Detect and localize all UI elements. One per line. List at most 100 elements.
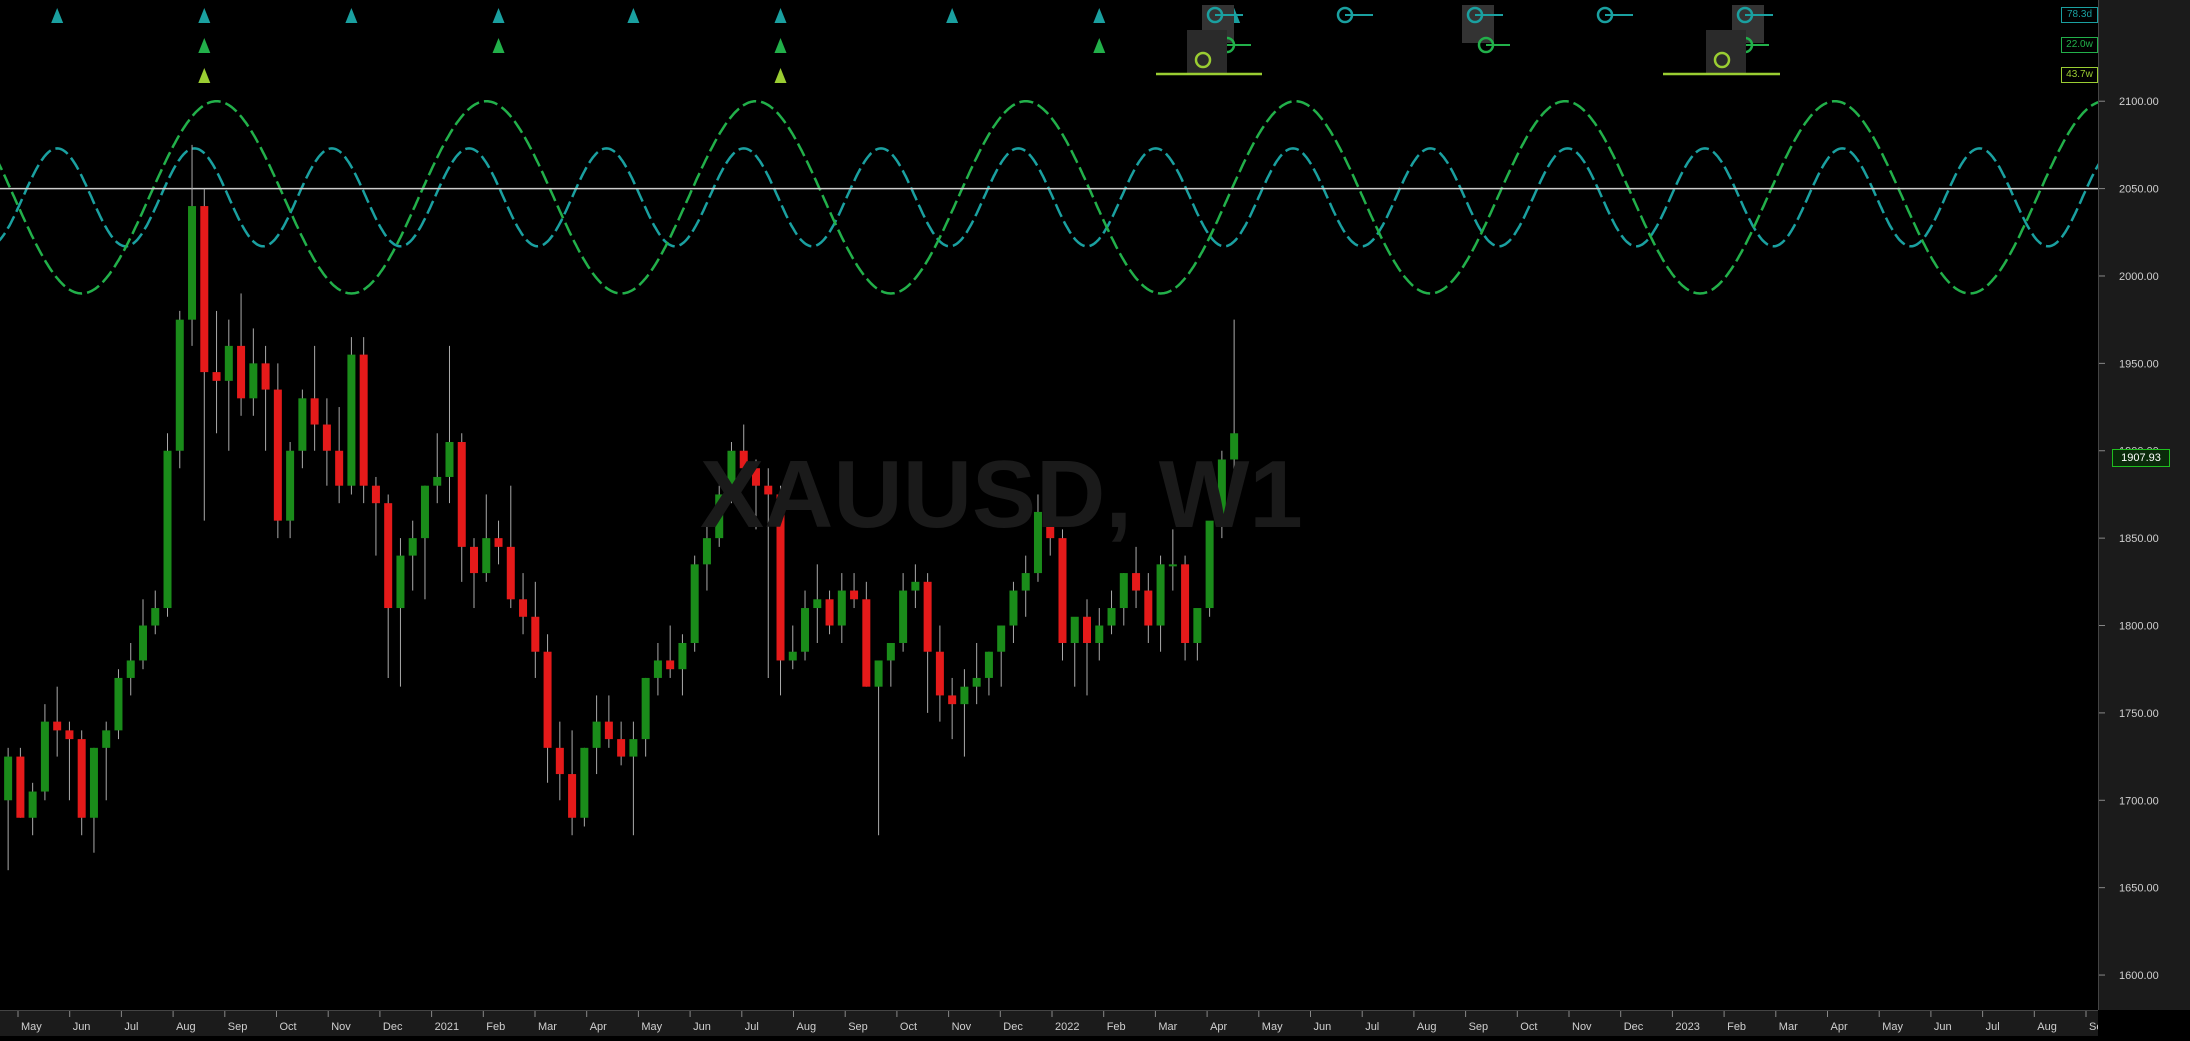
candle-body	[65, 730, 74, 740]
projection-band	[1706, 30, 1746, 74]
price-tick-label: 1950.00	[2119, 358, 2159, 370]
time-tick-label: 2023	[1675, 1021, 1699, 1033]
time-tick-label: Jun	[1314, 1021, 1332, 1033]
candle-body	[813, 599, 822, 609]
time-tick-label: Aug	[1417, 1021, 1437, 1033]
candle-body	[899, 590, 908, 643]
candle-body	[666, 660, 675, 670]
candle-body	[580, 747, 589, 818]
candle-body	[138, 625, 147, 661]
candle-body	[568, 774, 577, 818]
cycle-label-short[interactable]: 78.3d	[2061, 7, 2098, 23]
candle-body	[960, 686, 969, 705]
cycle-marker-short	[627, 8, 640, 23]
candle-body	[653, 660, 662, 678]
candle-body	[273, 389, 282, 521]
time-tick-label: Dec	[383, 1021, 403, 1033]
candle-body	[420, 485, 429, 539]
candle-body	[408, 538, 417, 556]
candle-body	[470, 546, 479, 574]
candle-body	[89, 747, 98, 818]
candle-body	[1107, 608, 1116, 626]
time-tick-label: May	[1882, 1021, 1903, 1033]
time-tick-label: Sep	[228, 1021, 248, 1033]
candle-body	[641, 677, 650, 740]
candle-body	[617, 739, 626, 757]
time-tick-label: Feb	[1727, 1021, 1746, 1033]
price-tick-label: 1800.00	[2119, 621, 2159, 633]
time-tick-label: Apr	[1210, 1021, 1227, 1033]
candle-body	[40, 721, 49, 792]
time-tick-label: Oct	[280, 1021, 297, 1033]
candle-body	[53, 721, 62, 731]
candle-body	[482, 538, 491, 574]
price-axis[interactable]: 1600.00 1650.00 1700.00 1750.00 1800.00 1850.…	[2098, 0, 2190, 1010]
candle-body	[102, 730, 111, 748]
candle-body	[1168, 564, 1177, 567]
candle-body	[433, 476, 442, 486]
time-tick-label: Jul	[1986, 1021, 2000, 1033]
cycle-marker-mid	[774, 38, 787, 53]
candle-body	[1070, 616, 1079, 643]
time-tick-label: Sep	[2089, 1021, 2098, 1033]
cycle-label-long[interactable]: 43.7w	[2061, 67, 2098, 83]
candle-body	[997, 625, 1006, 652]
candle-body	[678, 642, 687, 670]
time-tick-label: Sep	[1469, 1021, 1489, 1033]
candle-body	[335, 450, 344, 486]
candle-body	[371, 485, 380, 504]
candle-body	[1181, 564, 1190, 643]
time-tick-label: 2022	[1055, 1021, 1079, 1033]
time-tick-label: Aug	[176, 1021, 196, 1033]
time-tick-label: Jul	[124, 1021, 138, 1033]
candle-body	[604, 721, 613, 740]
candle-body	[788, 651, 797, 661]
candle-body	[286, 450, 295, 521]
time-tick-label: Jul	[745, 1021, 759, 1033]
candle-body	[237, 345, 246, 399]
candle-body	[935, 651, 944, 696]
price-tick-label: 2100.00	[2119, 96, 2159, 108]
candle-body	[322, 424, 331, 451]
time-tick-label: Nov	[1572, 1021, 1592, 1033]
cycle-wave-78.3d	[0, 147, 2105, 248]
projection-band	[1462, 5, 1494, 43]
time-tick-label: Apr	[590, 1021, 607, 1033]
candle-body	[249, 363, 258, 399]
time-tick-label: Aug	[797, 1021, 817, 1033]
candle-body	[592, 721, 601, 748]
candle-body	[384, 503, 393, 609]
candle-body	[1144, 590, 1153, 626]
candle-body	[506, 546, 515, 600]
candle-body	[972, 677, 981, 687]
time-tick-label: Mar	[1779, 1021, 1798, 1033]
candle-body	[837, 590, 846, 626]
cycle-marker-short	[51, 8, 64, 23]
candle-body	[948, 695, 957, 705]
cycle-marker-short	[1093, 8, 1106, 23]
cycle-label-mid[interactable]: 22.0w	[2061, 37, 2098, 53]
candle-body	[151, 608, 160, 626]
price-tick-label: 1750.00	[2119, 708, 2159, 720]
cycle-marker-short	[774, 8, 787, 23]
time-tick-label: Nov	[952, 1021, 972, 1033]
candle-body	[1193, 608, 1202, 643]
candle-body	[911, 581, 920, 591]
candle-body	[886, 642, 895, 661]
time-tick-label: Jun	[1934, 1021, 1952, 1033]
candle-body	[531, 616, 540, 652]
candle-body	[801, 608, 810, 652]
cycle-marker-mid	[1093, 38, 1106, 53]
time-tick-label: Mar	[538, 1021, 557, 1033]
candle-body	[457, 442, 466, 547]
time-axis[interactable]: May Jun Jul Aug Sep Oct Nov Dec 2021 Feb Mar Apr May…	[0, 1010, 2109, 1036]
candle-body	[188, 206, 197, 320]
cycle-markers	[51, 5, 1780, 83]
cycle-marker-long	[198, 68, 211, 83]
time-tick-label: May	[641, 1021, 662, 1033]
time-tick-label: Oct	[900, 1021, 917, 1033]
cycle-marker-mid	[492, 38, 505, 53]
candle-body	[126, 660, 135, 678]
time-tick-label: Jun	[73, 1021, 91, 1033]
time-tick-label: Dec	[1003, 1021, 1023, 1033]
